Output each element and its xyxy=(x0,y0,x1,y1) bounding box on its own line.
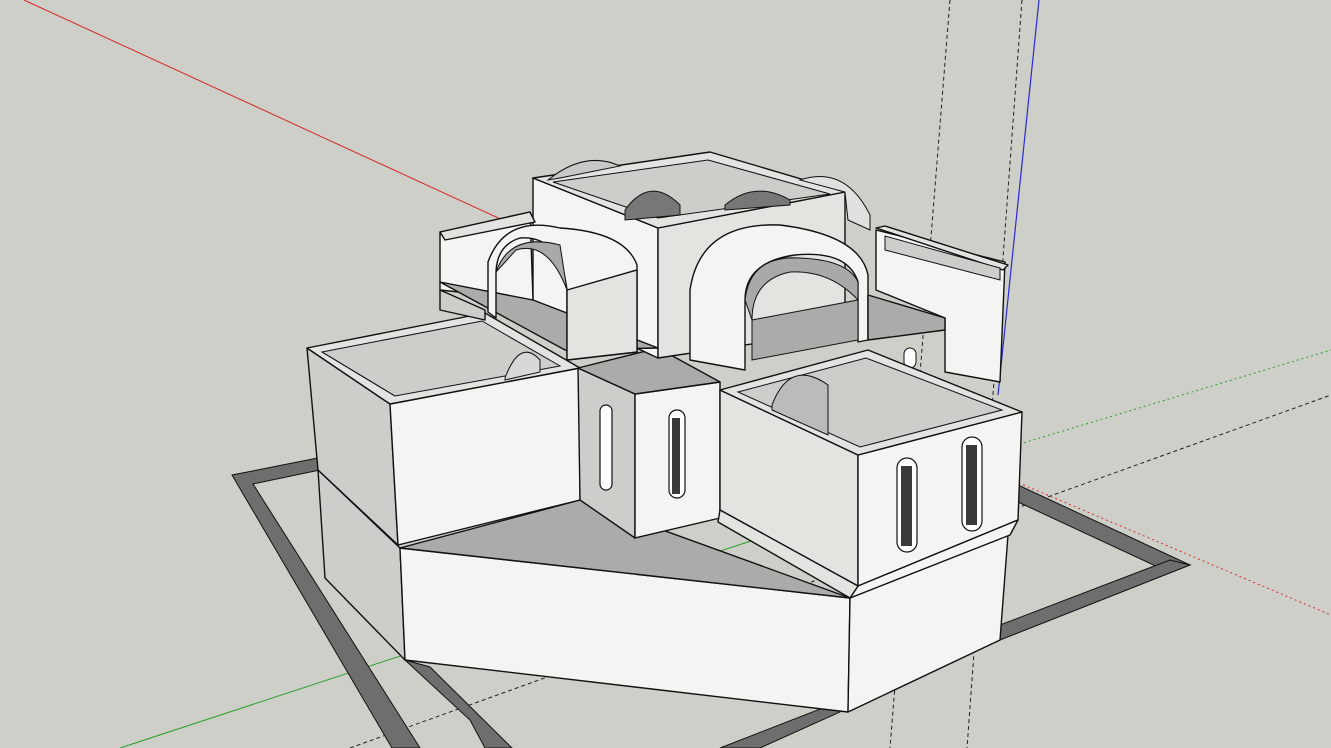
right-box-window-2-inner xyxy=(966,445,977,525)
blue-axis xyxy=(997,0,1040,396)
green-axis-hidden xyxy=(999,349,1331,451)
viewport-canvas[interactable] xyxy=(0,0,1331,748)
ground-outline-right-lower xyxy=(999,559,1192,641)
ground-outline-bottom xyxy=(404,659,513,748)
red-axis xyxy=(23,0,521,229)
modeling-viewport[interactable] xyxy=(0,0,1331,748)
center-window-left xyxy=(599,404,613,491)
building-model[interactable] xyxy=(306,151,1023,713)
right-box-window-1-inner xyxy=(901,466,912,546)
center-window-right-inner xyxy=(672,418,680,494)
